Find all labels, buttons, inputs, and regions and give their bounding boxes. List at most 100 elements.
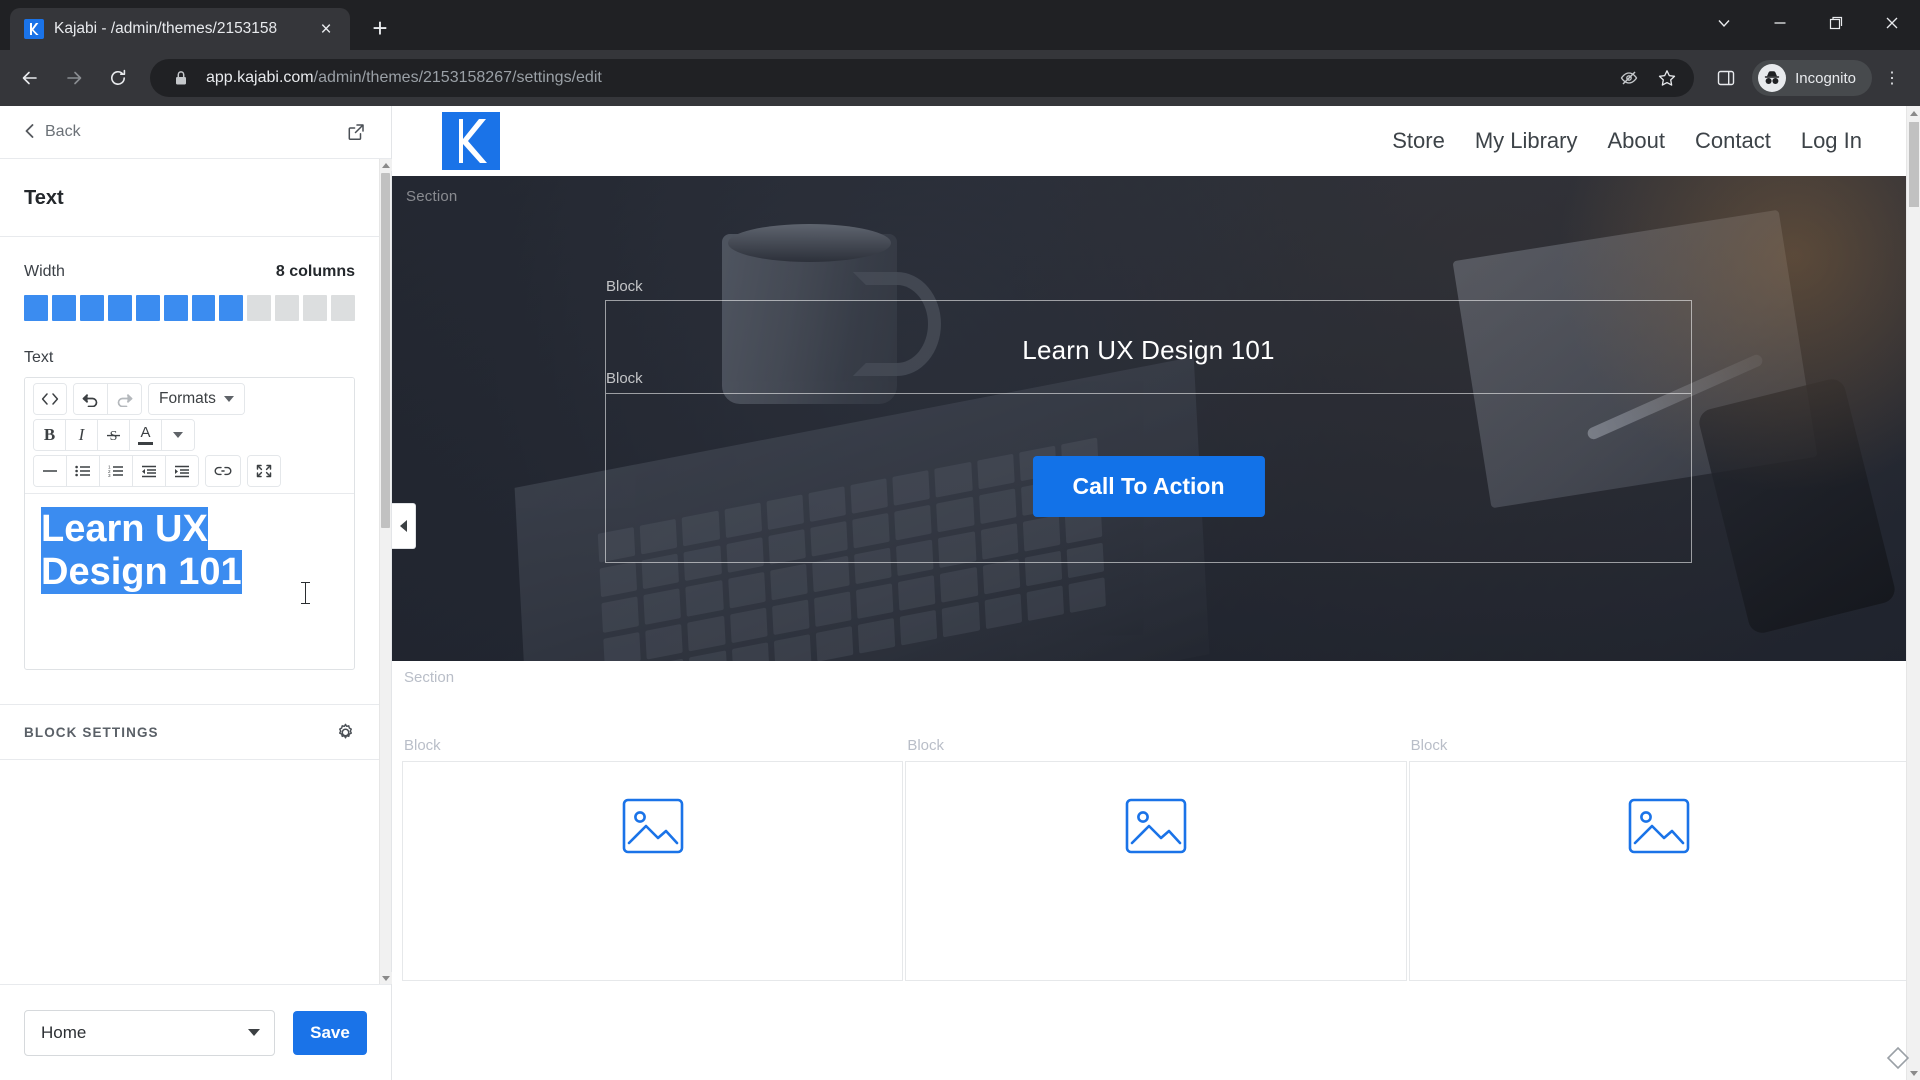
feature-block[interactable] (905, 761, 1407, 981)
reload-button[interactable] (98, 58, 138, 98)
sidebar-scrollbar[interactable] (379, 159, 392, 984)
call-to-action-button[interactable]: Call To Action (1032, 456, 1265, 517)
rich-text-editor: Formats B I S A 1 2 3 Learn UX Design 10… (24, 377, 355, 670)
italic-button[interactable]: I (66, 420, 98, 450)
window-close-icon[interactable] (1864, 0, 1920, 46)
outdent-button[interactable] (133, 456, 166, 486)
width-cell[interactable] (163, 295, 188, 321)
undo-icon[interactable] (74, 384, 108, 414)
close-icon[interactable]: × (314, 17, 338, 41)
width-cell[interactable] (331, 295, 356, 321)
nav-link-my-library[interactable]: My Library (1475, 128, 1578, 154)
indent-button[interactable] (166, 456, 198, 486)
page-select[interactable]: Home (24, 1009, 275, 1056)
site-header: Store My Library About Contact Log In (392, 106, 1920, 176)
features-section[interactable]: Section Block Block Block (392, 661, 1920, 981)
scroll-down-icon[interactable] (379, 972, 392, 984)
width-cell[interactable] (107, 295, 132, 321)
rich-text-content[interactable]: Learn UX Design 101 (25, 494, 354, 669)
star-icon[interactable] (1654, 65, 1680, 91)
width-cell[interactable] (247, 295, 272, 321)
width-cell[interactable] (191, 295, 216, 321)
forward-button[interactable] (54, 58, 94, 98)
minimize-icon[interactable] (1752, 0, 1808, 46)
profile-label: Incognito (1795, 69, 1856, 87)
tab-strip: Kajabi - /admin/themes/2153158 × + (0, 0, 400, 50)
block-settings-label: BLOCK SETTINGS (24, 724, 159, 740)
nav-link-log-in[interactable]: Log In (1801, 128, 1862, 154)
address-bar[interactable]: app.kajabi.com/admin/themes/2153158267/s… (150, 59, 1695, 97)
hero-block-outline[interactable]: Block Learn UX Design 101 Block Call To … (605, 278, 1692, 563)
formats-group: Formats (148, 383, 245, 415)
redo-icon[interactable] (108, 384, 141, 414)
nav-link-about[interactable]: About (1608, 128, 1666, 154)
source-code-icon[interactable] (34, 384, 66, 414)
sidebar-content: Text Width 8 columns Text Formats B I S … (0, 159, 379, 984)
numbered-list-button[interactable]: 123 (100, 456, 133, 486)
link-icon[interactable] (206, 456, 240, 486)
resize-grip-icon[interactable] (1884, 1044, 1912, 1072)
save-button[interactable]: Save (293, 1010, 367, 1055)
restore-icon[interactable] (1808, 0, 1864, 46)
editor-toolbar-row-3: 123 (29, 453, 350, 489)
chevron-down-icon[interactable] (1696, 0, 1752, 46)
back-button[interactable] (10, 58, 50, 98)
preview-scrollbar[interactable] (1906, 106, 1920, 1080)
back-link[interactable]: Back (24, 123, 81, 142)
width-cell[interactable] (51, 295, 76, 321)
sidebar-footer: Home Save (0, 984, 391, 1080)
width-cell[interactable] (303, 295, 328, 321)
gear-icon[interactable] (336, 723, 355, 742)
collapse-panel-icon[interactable] (392, 503, 416, 549)
feature-block-tag: Block (1410, 737, 1448, 754)
fullscreen-group (247, 455, 281, 487)
font-color-dropdown[interactable] (162, 420, 194, 450)
scrollbar-thumb[interactable] (381, 173, 390, 528)
hero-section-tag: Section (406, 188, 458, 205)
formats-dropdown[interactable]: Formats (149, 384, 244, 414)
hero-heading[interactable]: Learn UX Design 101 (606, 335, 1691, 366)
page-viewport: Back Text Width 8 columns Text Formats B… (0, 106, 1920, 1080)
inline-style-group: B I S A (33, 419, 195, 451)
width-cell[interactable] (135, 295, 160, 321)
new-tab-button[interactable]: + (360, 8, 400, 48)
feature-block-wrapper: Block (905, 737, 1407, 981)
hero-section[interactable]: Section Block Learn UX Design 101 Block … (392, 176, 1920, 661)
block-settings-header[interactable]: BLOCK SETTINGS (0, 704, 379, 760)
browser-tab[interactable]: Kajabi - /admin/themes/2153158 × (10, 8, 350, 50)
page-select-value: Home (41, 1022, 87, 1042)
nav-link-store[interactable]: Store (1392, 128, 1445, 154)
width-cell[interactable] (219, 295, 244, 321)
scrollbar-thumb[interactable] (1909, 122, 1919, 207)
strikethrough-button[interactable]: S (98, 420, 130, 450)
side-panel-icon[interactable] (1706, 58, 1746, 98)
theme-editor-sidebar: Back Text Width 8 columns Text Formats B… (0, 106, 392, 1080)
fullscreen-icon[interactable] (248, 456, 280, 486)
scroll-up-icon[interactable] (1907, 106, 1920, 120)
font-color-button[interactable]: A (130, 420, 162, 450)
chevron-down-icon (173, 432, 183, 438)
feature-block[interactable] (402, 761, 904, 981)
back-label: Back (45, 123, 81, 140)
width-cell[interactable] (275, 295, 300, 321)
horizontal-rule-button[interactable] (34, 456, 67, 486)
text-field-label: Text (24, 349, 54, 366)
tracking-protection-icon[interactable] (1616, 65, 1642, 91)
profile-chip[interactable]: Incognito (1752, 60, 1872, 96)
browser-menu-icon[interactable]: ⋮ (1874, 58, 1910, 98)
bullet-list-button[interactable] (67, 456, 100, 486)
width-column-picker[interactable] (24, 295, 356, 321)
site-nav-links: Store My Library About Contact Log In (1392, 128, 1862, 154)
feature-block[interactable] (1408, 761, 1910, 981)
selected-text-line-1: Learn UX (41, 507, 208, 551)
scroll-up-icon[interactable] (379, 159, 392, 171)
width-cell[interactable] (24, 295, 48, 321)
kajabi-logo[interactable] (442, 112, 500, 170)
open-in-new-icon[interactable] (343, 119, 369, 145)
bold-button[interactable]: B (34, 420, 66, 450)
theme-preview: Store My Library About Contact Log In Se… (392, 106, 1920, 1080)
incognito-avatar-icon (1758, 64, 1787, 92)
feature-block-tag: Block (907, 737, 945, 754)
nav-link-contact[interactable]: Contact (1695, 128, 1771, 154)
width-cell[interactable] (79, 295, 104, 321)
